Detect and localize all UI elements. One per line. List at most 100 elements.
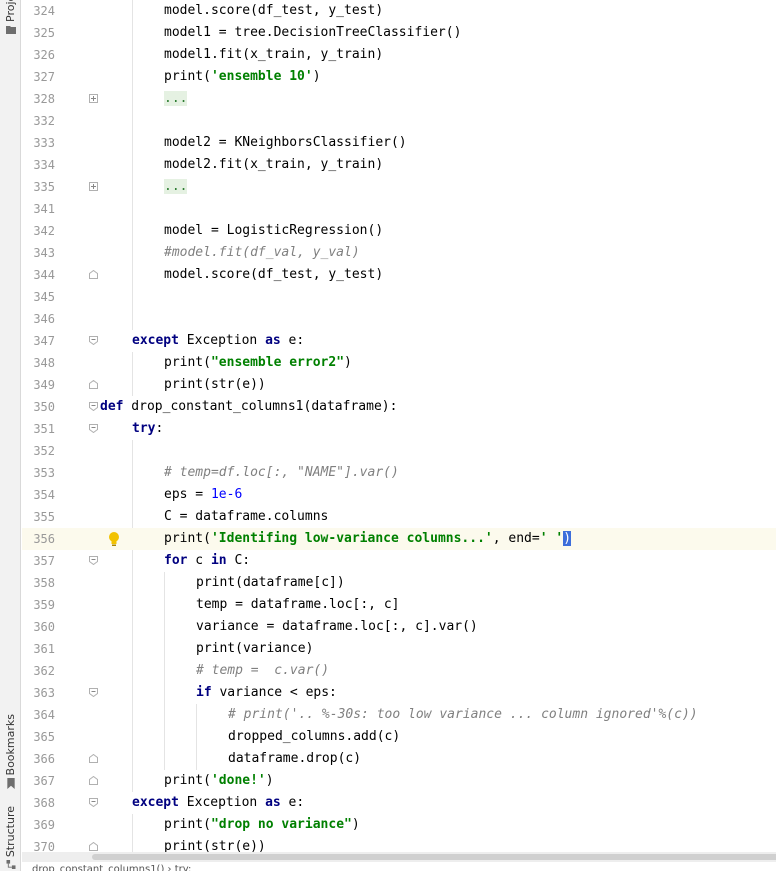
fold-end-icon[interactable] [89,270,98,279]
code-text[interactable]: def drop_constant_columns1(dataframe): [100,396,397,418]
line-number[interactable]: 355 [22,506,55,528]
code-line[interactable]: 370 print(str(e)) [22,836,776,852]
code-line[interactable]: 360 variance = dataframe.loc[:, c].var() [22,616,776,638]
line-number[interactable]: 334 [22,154,55,176]
line-number[interactable]: 352 [22,440,55,462]
line-number[interactable]: 332 [22,110,55,132]
code-text[interactable]: print('ensemble 10') [164,66,321,88]
line-number[interactable]: 363 [22,682,55,704]
code-line[interactable]: 328... [22,88,776,110]
line-number[interactable]: 359 [22,594,55,616]
code-line[interactable]: 353 # temp=df.loc[:, "NAME"].var() [22,462,776,484]
code-line[interactable]: 368 except Exception as e: [22,792,776,814]
fold-collapse-icon[interactable] [89,556,98,565]
fold-end-icon[interactable] [89,754,98,763]
lightbulb-icon[interactable] [108,531,120,547]
line-number[interactable]: 342 [22,220,55,242]
line-number[interactable]: 328 [22,88,55,110]
fold-collapse-icon[interactable] [89,688,98,697]
code-line[interactable]: 344 model.score(df_test, y_test) [22,264,776,286]
code-text[interactable]: print("drop no variance") [164,814,360,836]
line-number[interactable]: 358 [22,572,55,594]
code-line[interactable]: 345 [22,286,776,308]
code-text[interactable]: print(variance) [196,638,313,660]
folded-code-placeholder[interactable]: ... [164,179,188,194]
fold-expand-icon[interactable] [89,94,98,103]
code-text[interactable]: eps = 1e-6 [164,484,242,506]
fold-end-icon[interactable] [89,380,98,389]
line-number[interactable]: 324 [22,0,55,22]
code-line[interactable]: 348 print("ensemble error2") [22,352,776,374]
code-text[interactable]: except Exception as e: [132,792,304,814]
code-text[interactable]: print(str(e)) [164,836,266,852]
code-text[interactable]: ... [164,176,188,198]
code-text[interactable]: # temp=df.loc[:, "NAME"].var() [164,462,399,484]
code-text[interactable]: #model.fit(df_val, y_val) [164,242,360,264]
code-line[interactable]: 346 [22,308,776,330]
code-text[interactable]: model.score(df_test, y_test) [164,264,383,286]
line-number[interactable]: 356 [22,528,55,550]
code-text[interactable]: print(str(e)) [164,374,266,396]
line-number[interactable]: 345 [22,286,55,308]
code-line[interactable]: 364 # print('.. %-30s: too low variance .… [22,704,776,726]
code-text[interactable]: print('Identifing low-variance columns..… [164,528,572,550]
fold-collapse-icon[interactable] [89,402,98,411]
code-text[interactable]: model1.fit(x_train, y_train) [164,44,383,66]
code-line[interactable]: 359 temp = dataframe.loc[:, c] [22,594,776,616]
breadcrumb[interactable]: drop_constant_columns1() › try: [22,862,776,871]
code-line[interactable]: 358 print(dataframe[c]) [22,572,776,594]
code-text[interactable]: C = dataframe.columns [164,506,328,528]
horizontal-scrollbar[interactable] [22,852,776,862]
bookmarks-tab[interactable]: Bookmarks [0,714,21,792]
code-line[interactable]: 333 model2 = KNeighborsClassifier() [22,132,776,154]
line-number[interactable]: 349 [22,374,55,396]
code-text[interactable]: model = LogisticRegression() [164,220,383,242]
code-text[interactable]: dataframe.drop(c) [228,748,361,770]
line-number[interactable]: 325 [22,22,55,44]
code-line[interactable]: 327 print('ensemble 10') [22,66,776,88]
line-number[interactable]: 348 [22,352,55,374]
code-text[interactable]: dropped_columns.add(c) [228,726,400,748]
folded-code-placeholder[interactable]: ... [164,91,188,106]
code-text[interactable]: ... [164,88,188,110]
code-text[interactable]: model.score(df_test, y_test) [164,0,383,22]
code-line[interactable]: 367 print('done!') [22,770,776,792]
fold-collapse-icon[interactable] [89,336,98,345]
code-text[interactable]: model1 = tree.DecisionTreeClassifier() [164,22,461,44]
line-number[interactable]: 369 [22,814,55,836]
code-line[interactable]: 341 [22,198,776,220]
code-text[interactable]: print('done!') [164,770,274,792]
code-text[interactable]: try: [132,418,163,440]
line-number[interactable]: 362 [22,660,55,682]
code-text[interactable]: if variance < eps: [196,682,337,704]
line-number[interactable]: 335 [22,176,55,198]
line-number[interactable]: 365 [22,726,55,748]
fold-collapse-icon[interactable] [89,424,98,433]
code-text[interactable]: temp = dataframe.loc[:, c] [196,594,400,616]
line-number[interactable]: 357 [22,550,55,572]
line-number[interactable]: 347 [22,330,55,352]
code-line[interactable]: 357 for c in C: [22,550,776,572]
code-line[interactable]: 356 print('Identifing low-variance column… [22,528,776,550]
fold-end-icon[interactable] [89,842,98,851]
code-line[interactable]: 355 C = dataframe.columns [22,506,776,528]
scrollbar-thumb[interactable] [92,854,776,860]
code-line[interactable]: 354 eps = 1e-6 [22,484,776,506]
code-line[interactable]: 325 model1 = tree.DecisionTreeClassifier(… [22,22,776,44]
line-number[interactable]: 360 [22,616,55,638]
line-number[interactable]: 370 [22,836,55,852]
code-line[interactable]: 335... [22,176,776,198]
code-line[interactable]: 352 [22,440,776,462]
code-line[interactable]: 365 dropped_columns.add(c) [22,726,776,748]
code-text[interactable]: model2.fit(x_train, y_train) [164,154,383,176]
line-number[interactable]: 354 [22,484,55,506]
code-text[interactable]: variance = dataframe.loc[:, c].var() [196,616,478,638]
line-number[interactable]: 366 [22,748,55,770]
line-number[interactable]: 343 [22,242,55,264]
line-number[interactable]: 368 [22,792,55,814]
line-number[interactable]: 327 [22,66,55,88]
code-line[interactable]: 326 model1.fit(x_train, y_train) [22,44,776,66]
code-editor[interactable]: 324 model.score(df_test, y_test) 325 model1… [22,0,776,852]
project-tab[interactable]: Project [0,0,21,37]
code-line[interactable]: 349 print(str(e)) [22,374,776,396]
